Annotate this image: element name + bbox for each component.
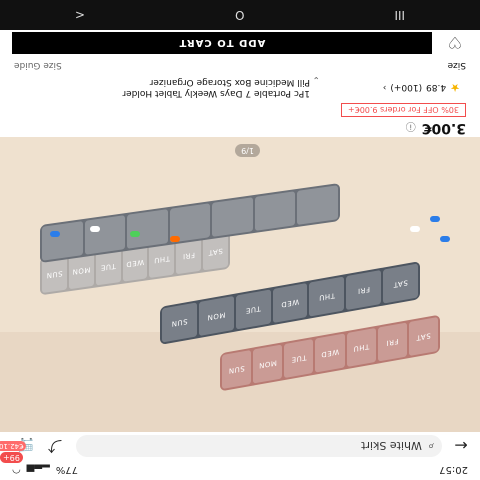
organizer-cell: THU — [346, 327, 376, 368]
wifi-icon: ◠ — [12, 464, 21, 476]
organizer-cell: SAT — [408, 316, 438, 357]
organizer-cell: SUN — [222, 349, 252, 390]
organizer-cell: FRI — [346, 269, 382, 311]
star-icon: ★ — [450, 81, 460, 94]
pill — [50, 231, 60, 237]
signal-icon: ▂▃▅ — [26, 464, 50, 476]
organizer-cell: WED — [315, 333, 345, 373]
organizer-cell — [212, 197, 253, 237]
search-query: White Skirt — [361, 439, 422, 453]
organizer-cell — [84, 215, 126, 255]
organizer-cell: WED — [272, 282, 308, 324]
info-icon[interactable]: ⓘ — [406, 121, 416, 136]
pill — [430, 216, 440, 222]
size-guide-link[interactable]: Size Guide — [14, 56, 62, 70]
organizer-cell — [297, 185, 338, 225]
search-icon: ⌕ — [427, 440, 434, 453]
organizer-cell: TUE — [235, 289, 271, 330]
organizer-cell — [254, 191, 296, 231]
organizer-cell: MON — [198, 295, 234, 337]
price-row: 3.00€ ⓘ — [0, 119, 480, 137]
cart-badge: 99+ — [0, 452, 23, 463]
battery-text: 77% — [55, 464, 79, 476]
nav-back-icon[interactable]: < — [75, 8, 85, 22]
product-title-line1: 1Pc Portable 7 Days Weekly Tablet Holder — [122, 88, 310, 98]
organizer-cell — [41, 221, 83, 261]
chevron-right-icon: › — [382, 82, 387, 93]
size-row: Size Size Guide — [0, 56, 480, 70]
add-to-cart-button[interactable]: ADD TO CART — [12, 32, 432, 54]
organizer-cell: THU — [309, 276, 345, 317]
pill — [170, 236, 180, 242]
search-bar: ← ⌕ White Skirt ⤴ 🛒 99+ €42.10 — [0, 432, 480, 463]
organizer-cell: SUN — [161, 302, 197, 343]
system-nav-bar: III O < — [0, 0, 480, 30]
pill — [130, 231, 140, 237]
organizer-cell: MON — [253, 344, 283, 384]
nav-home-icon[interactable]: O — [235, 8, 244, 22]
organizer-cell — [127, 209, 168, 249]
pill — [410, 226, 420, 232]
product-title: 1Pc Portable 7 Days Weekly Tablet Holder… — [10, 76, 310, 98]
search-input[interactable]: ⌕ White Skirt — [76, 435, 442, 457]
pill — [440, 236, 450, 242]
clock: 20:57 — [439, 464, 468, 476]
wishlist-heart-icon[interactable]: ♡ — [442, 32, 468, 54]
back-arrow-icon[interactable]: ← — [450, 435, 472, 457]
action-bar: ♡ ADD TO CART — [0, 30, 480, 56]
status-icons: 77% ▂▃▅ ◠ — [12, 465, 78, 476]
status-bar: 20:57 77% ▂▃▅ ◠ — [0, 460, 480, 480]
size-label: Size — [447, 60, 466, 70]
product-price: 3.00€ — [421, 120, 466, 136]
review-count: (100+) — [390, 82, 423, 93]
cart-button[interactable]: 🛒 99+ €42.10 — [0, 435, 42, 463]
gallery-counter: 1/9 — [235, 144, 260, 157]
screen: 20:57 77% ▂▃▅ ◠ ← ⌕ White Skirt ⤴ 🛒 99+ … — [0, 0, 480, 480]
product-title-line2: Pill Medicine Box Storage Organizer — [149, 77, 310, 87]
nav-recents-icon[interactable]: III — [394, 8, 405, 22]
organizer-cell: TUE — [284, 338, 314, 379]
product-image-gallery[interactable]: SAT FRI THU WED TUE MON SUN SAT FRI THU … — [0, 137, 480, 432]
cart-price-badge: €42.10 — [0, 441, 27, 451]
promo-badge[interactable]: 30% OFF For orders 9.00€+ — [340, 103, 466, 117]
organizer-cell: FRI — [377, 322, 407, 362]
rating-value: 4.89 — [426, 82, 447, 93]
share-icon[interactable]: ⤴ — [42, 435, 68, 457]
rating-row[interactable]: ★ 4.89 (100+) › — [383, 81, 460, 94]
organizer-cell: SAT — [383, 263, 418, 304]
pill — [90, 226, 100, 232]
chevron-down-icon[interactable]: ⌄ — [312, 74, 320, 84]
